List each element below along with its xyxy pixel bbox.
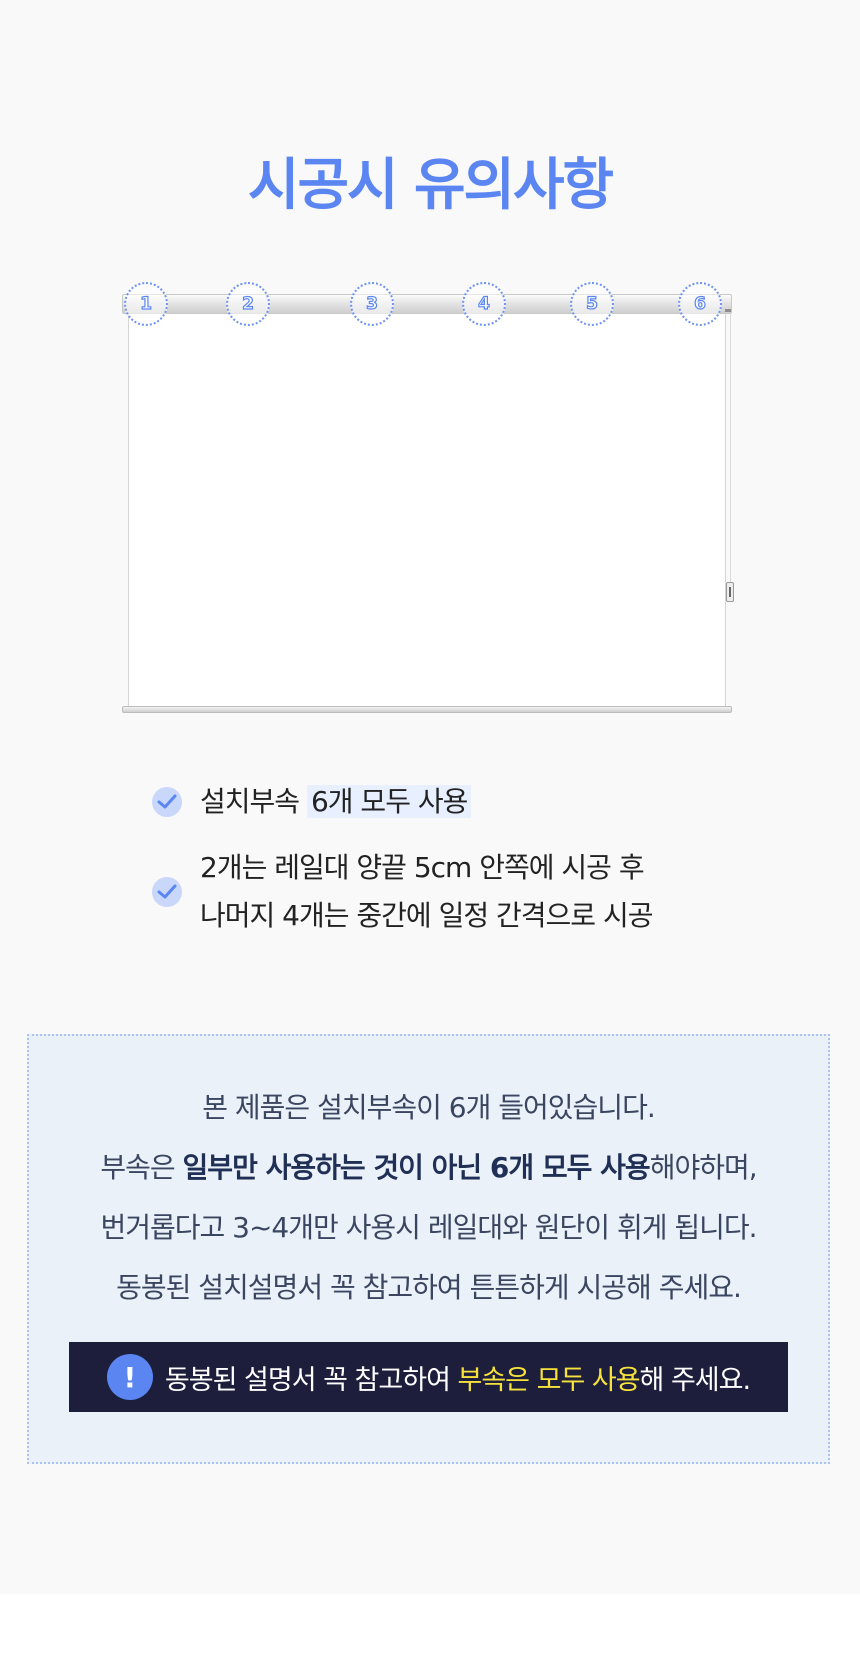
checklist-line: 나머지 4개는 중간에 일정 간격으로 시공 <box>200 899 653 932</box>
bracket-marker-3: 3 <box>350 282 394 326</box>
notice-text: 본 제품은 설치부속이 6개 들어있습니다. 부속은 일부만 사용하는 것이 아… <box>29 1078 828 1318</box>
banner-highlight: 부속은 모두 사용 <box>457 1364 641 1396</box>
notice-line-prefix: 부속은 <box>100 1151 183 1184</box>
checklist-line: 2개는 레일대 양끝 5cm 안쪽에 시공 후 <box>200 851 645 884</box>
notice-emphasis: 일부만 사용하는 것이 아닌 6개 모두 사용 <box>182 1151 651 1184</box>
bracket-marker-6: 6 <box>678 282 722 326</box>
blind-fabric <box>128 314 726 706</box>
notice-box: 본 제품은 설치부속이 6개 들어있습니다. 부속은 일부만 사용하는 것이 아… <box>27 1034 830 1464</box>
roller-blind-illustration: 1 2 3 4 5 6 <box>122 282 734 720</box>
warning-banner: ! 동봉된 설명서 꼭 참고하여 부속은 모두 사용해 주세요. <box>69 1342 788 1412</box>
bracket-marker-5: 5 <box>570 282 614 326</box>
pull-cord <box>730 314 731 594</box>
rail <box>122 294 732 314</box>
checklist-item-prefix: 설치부속 <box>200 785 307 818</box>
banner-prefix: 동봉된 설명서 꼭 참고하여 <box>164 1364 458 1396</box>
banner-text: 동봉된 설명서 꼭 참고하여 부속은 모두 사용해 주세요. <box>164 1358 752 1397</box>
bracket-marker-1: 1 <box>124 282 168 326</box>
notice-line: 동봉된 설치설명서 꼭 참고하여 튼튼하게 시공해 주세요. <box>116 1271 742 1304</box>
notice-line: 부속은 일부만 사용하는 것이 아닌 6개 모두 사용해야하며, <box>29 1138 828 1198</box>
checklist-item: 설치부속 6개 모두 사용 <box>152 778 772 826</box>
notice-line: 번거롭다고 3~4개만 사용시 레일대와 원단이 휘게 됩니다. <box>100 1211 757 1244</box>
page: 시공시 유의사항 1 2 3 4 5 6 설치부속 6개 모두 사용 2개는 레… <box>0 0 860 1594</box>
alert-icon: ! <box>106 1354 153 1400</box>
rail-end-cap <box>725 309 731 312</box>
checklist-item-text: 2개는 레일대 양끝 5cm 안쪽에 시공 후 나머지 4개는 중간에 일정 간… <box>200 844 653 940</box>
checklist-item-text: 설치부속 6개 모두 사용 <box>200 778 472 826</box>
check-icon <box>152 877 182 907</box>
page-title: 시공시 유의사항 <box>247 153 614 218</box>
checklist: 설치부속 6개 모두 사용 2개는 레일대 양끝 5cm 안쪽에 시공 후 나머… <box>152 778 772 958</box>
notice-line-suffix: 해야하며, <box>649 1151 758 1184</box>
bottom-bar <box>122 706 732 713</box>
bracket-marker-2: 2 <box>226 282 270 326</box>
bracket-marker-4: 4 <box>462 282 506 326</box>
check-icon <box>152 787 182 817</box>
notice-line: 본 제품은 설치부속이 6개 들어있습니다. <box>202 1091 655 1124</box>
banner-suffix: 해 주세요. <box>639 1364 752 1396</box>
cord-knob <box>726 582 734 602</box>
checklist-item-highlight: 6개 모두 사용 <box>306 785 472 818</box>
checklist-item: 2개는 레일대 양끝 5cm 안쪽에 시공 후 나머지 4개는 중간에 일정 간… <box>152 844 772 940</box>
